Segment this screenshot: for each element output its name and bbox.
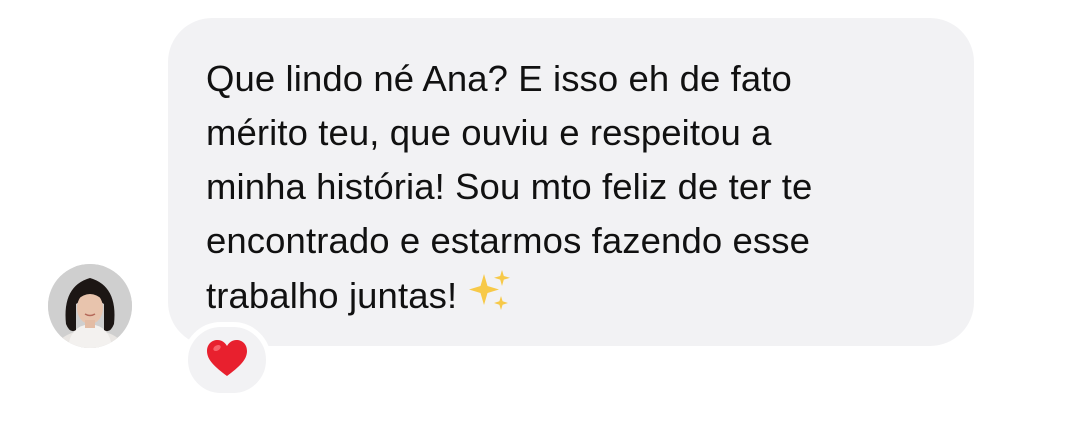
sender-avatar[interactable]: [48, 264, 132, 348]
message-text: Que lindo né Ana? E isso eh de fato méri…: [206, 52, 936, 329]
message-bubble[interactable]: Que lindo né Ana? E isso eh de fato méri…: [168, 18, 974, 346]
red-heart-icon: [205, 338, 249, 383]
sparkles-icon: [467, 268, 513, 329]
avatar-image: [48, 264, 132, 348]
message-thread: Que lindo né Ana? E isso eh de fato méri…: [0, 0, 1078, 425]
reaction-badge[interactable]: [183, 322, 271, 398]
